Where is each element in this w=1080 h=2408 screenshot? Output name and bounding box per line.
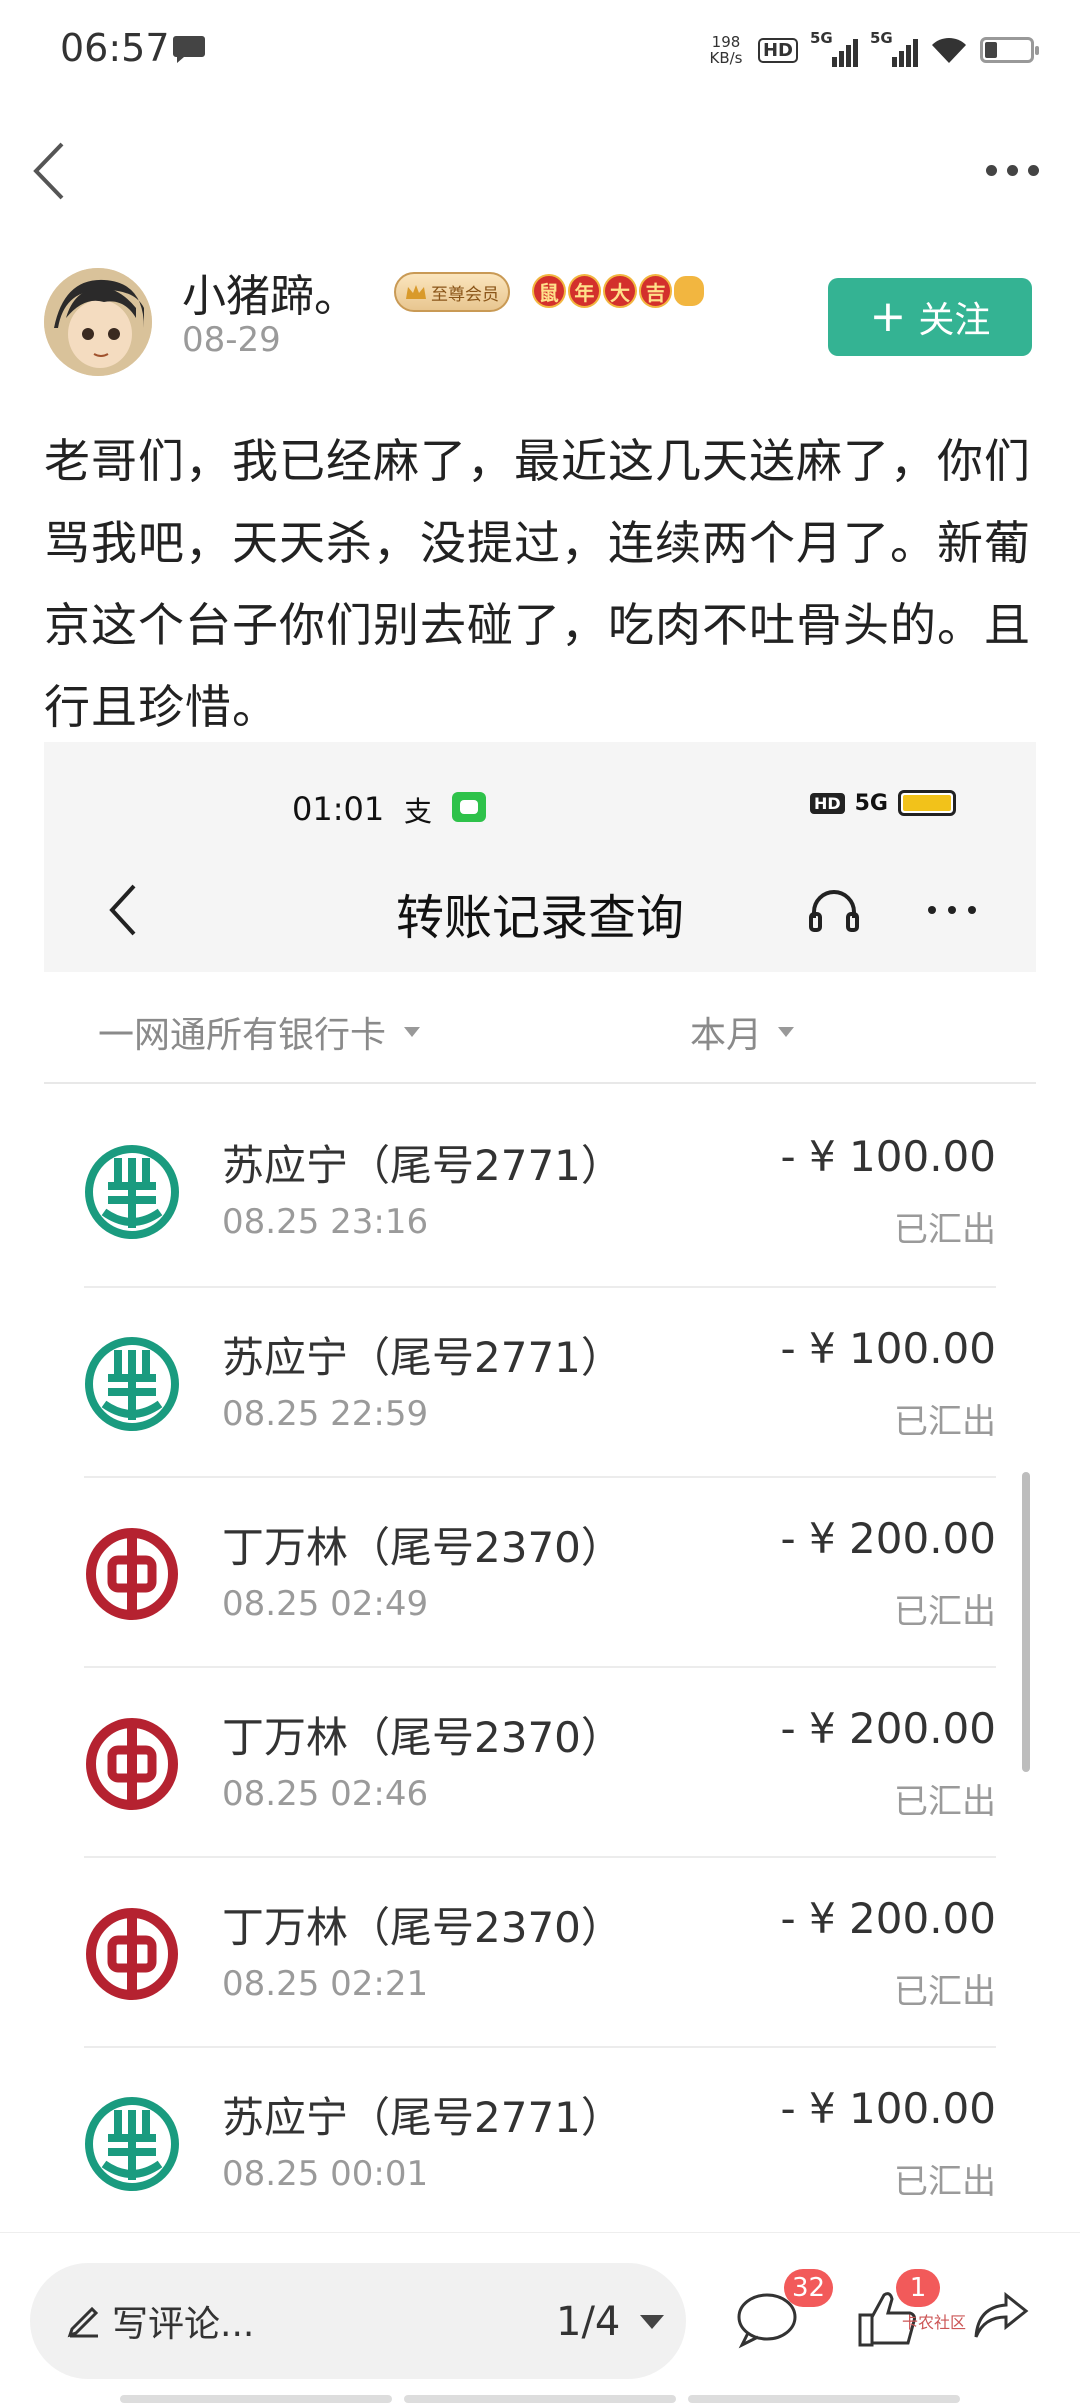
avatar-image xyxy=(44,268,152,376)
card-filter: 一网通所有银行卡 xyxy=(98,1006,421,1058)
signal-icon-1: 5G xyxy=(810,29,858,67)
mouse-icon xyxy=(674,276,704,306)
transfer-row[interactable]: 丁万林（尾号2370） 08.25 02:46 - ¥ 200.00 已汇出 xyxy=(44,1666,1036,1856)
month-filter: 本月 xyxy=(690,1006,795,1058)
recipient-name: 丁万林（尾号2370） xyxy=(222,1903,623,1952)
transfer-time: 08.25 00:01 xyxy=(222,2154,429,2194)
post-body: 老哥们，我已经麻了，最近这几天送麻了，你们骂我吧，天天杀，没提过，连续两个月了。… xyxy=(44,434,1031,734)
transfer-status: 已汇出 xyxy=(894,2162,996,2202)
transfer-time: 08.25 02:21 xyxy=(222,1964,429,2004)
transfer-row[interactable]: 苏应宁（尾号2771） 08.25 00:01 - ¥ 100.00 已汇出 xyxy=(44,2046,1036,2232)
transfer-amount: - ¥ 200.00 xyxy=(780,1704,996,1753)
recipient-name: 丁万林（尾号2370） xyxy=(222,1523,623,1572)
embedded-more-icon xyxy=(928,906,976,914)
embedded-battery-icon xyxy=(898,790,956,816)
embedded-header: 01:01 支 HD 5G 转账记录查询 xyxy=(44,742,1036,972)
share-icon[interactable] xyxy=(966,2287,1036,2351)
avatar[interactable] xyxy=(44,268,152,376)
status-bar: 06:57 198 KB/s HD 5G 5G xyxy=(0,0,1080,100)
vip-badge: 至尊会员 xyxy=(394,272,510,312)
status-indicators: 198 KB/s HD 5G 5G xyxy=(706,28,1039,72)
plus-icon: + xyxy=(869,291,907,342)
hd-icon: HD xyxy=(757,37,798,63)
transfer-list: 苏应宁（尾号2771） 08.25 23:16- ¥ 100.00 已汇出 苏应宁（尾… xyxy=(44,1096,1036,2232)
dropdown-icon xyxy=(778,1027,795,1037)
transfer-time: 08.25 02:49 xyxy=(222,1584,429,1624)
transfer-time: 08.25 22:59 xyxy=(222,1394,429,1434)
wifi-icon xyxy=(932,37,966,63)
transfer-status: 已汇出 xyxy=(894,1782,996,1822)
gesture-bar xyxy=(120,2395,960,2403)
chat-notification-icon xyxy=(173,36,205,63)
year-badge: 鼠 年 大 吉 xyxy=(532,268,704,314)
transfer-amount: - ¥ 100.00 xyxy=(780,1132,996,1181)
transfer-amount: - ¥ 100.00 xyxy=(780,1324,996,1373)
embedded-page-title: 转账记录查询 xyxy=(395,890,684,946)
transfer-amount: - ¥ 200.00 xyxy=(780,1894,996,1943)
recipient-name: 丁万林（尾号2370） xyxy=(222,1713,623,1762)
transfer-time: 08.25 02:46 xyxy=(222,1774,429,1814)
status-time: 06:57 xyxy=(60,26,170,70)
transfer-row[interactable]: 苏应宁（尾号2771） 08.25 23:16 - ¥ 100.00 已汇出 xyxy=(44,1096,1036,1286)
pen-icon xyxy=(67,2306,99,2338)
boc-bank-icon xyxy=(84,1906,180,2002)
battery-icon xyxy=(980,37,1039,63)
recipient-name: 苏应宁（尾号2771） xyxy=(222,1333,623,1382)
transfer-amount: - ¥ 100.00 xyxy=(780,2084,996,2133)
embedded-hd-icon: HD xyxy=(809,792,845,814)
back-arrow-icon[interactable] xyxy=(24,136,76,206)
scrollbar xyxy=(1022,1472,1030,1772)
boc-bank-icon xyxy=(84,1526,180,1622)
transfer-status: 已汇出 xyxy=(894,1592,996,1632)
signal-icon-2: 5G xyxy=(870,29,918,67)
follow-button[interactable]: + 关注 xyxy=(828,278,1032,356)
embedded-status-indicators: HD 5G xyxy=(809,790,956,816)
transfer-status: 已汇出 xyxy=(894,1972,996,2012)
transfer-row[interactable]: 丁万林（尾号2370） 08.25 02:21 - ¥ 200.00 已汇出 xyxy=(44,1856,1036,2046)
comment-count-badge: 32 xyxy=(784,2269,834,2307)
post-image[interactable]: 01:01 支 HD 5G 转账记录查询 一网通所有银行卡 本月 苏应宁（尾号2… xyxy=(44,742,1036,2232)
dropdown-icon xyxy=(404,1027,421,1037)
wechat-icon xyxy=(452,792,486,822)
transfer-row[interactable]: 苏应宁（尾号2771） 08.25 22:59 - ¥ 100.00 已汇出 xyxy=(44,1286,1036,1476)
comment-placeholder: 写评论... xyxy=(112,2304,255,2345)
crown-icon xyxy=(406,285,426,299)
headset-icon xyxy=(809,890,859,932)
transfer-status: 已汇出 xyxy=(894,1402,996,1442)
abc-bank-icon xyxy=(84,2096,180,2192)
alipay-icon: 支 xyxy=(404,795,433,828)
recipient-name: 苏应宁（尾号2771） xyxy=(222,2093,623,2142)
image-page-indicator[interactable]: 1/4 xyxy=(556,2299,620,2345)
recipient-name: 苏应宁（尾号2771） xyxy=(222,1141,623,1190)
network-speed: 198 KB/s xyxy=(709,33,743,67)
page-dropdown-icon[interactable] xyxy=(640,2315,664,2329)
transfer-amount: - ¥ 200.00 xyxy=(780,1514,996,1563)
more-options-button[interactable] xyxy=(986,150,1046,190)
watermark-logo: 卡农社区 xyxy=(902,2313,967,2332)
like-count-badge: 1 xyxy=(896,2269,940,2307)
embedded-signal-icon: 5G xyxy=(854,790,888,816)
abc-bank-icon xyxy=(84,1144,180,1240)
boc-bank-icon xyxy=(84,1716,180,1812)
filter-bar: 一网通所有银行卡 本月 xyxy=(44,972,1036,1084)
transfer-status: 已汇出 xyxy=(894,1210,996,1250)
transfer-row[interactable]: 丁万林（尾号2370） 08.25 02:49 - ¥ 200.00 已汇出 xyxy=(44,1476,1036,1666)
transfer-time: 08.25 23:16 xyxy=(222,1202,429,1242)
post-date: 08-29 xyxy=(182,320,281,360)
comment-input[interactable]: 写评论... 1/4 xyxy=(30,2263,686,2379)
embedded-status-time: 01:01 xyxy=(292,790,385,828)
bottom-bar: 写评论... 1/4 32 1 卡农社区 xyxy=(0,2232,1080,2408)
abc-bank-icon xyxy=(84,1336,180,1432)
author-name[interactable]: 小猪蹄。 xyxy=(182,260,358,324)
